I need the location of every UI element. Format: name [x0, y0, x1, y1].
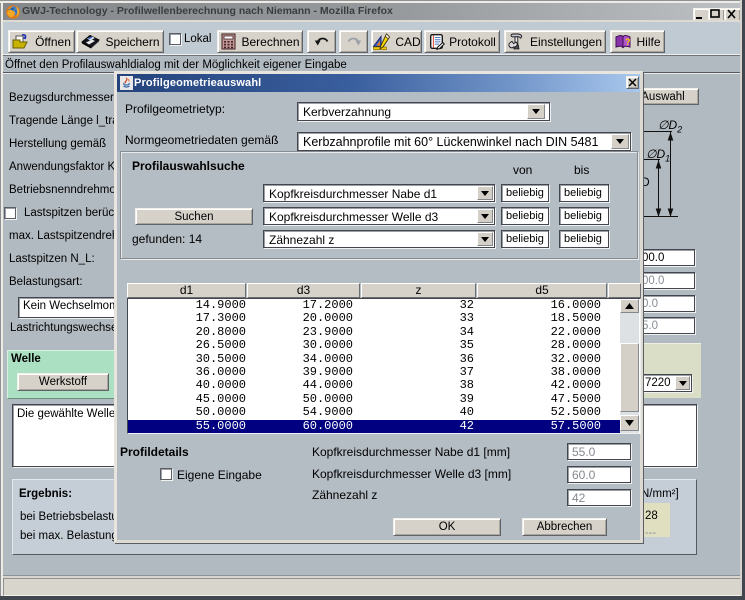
- svg-text:?: ?: [625, 37, 631, 47]
